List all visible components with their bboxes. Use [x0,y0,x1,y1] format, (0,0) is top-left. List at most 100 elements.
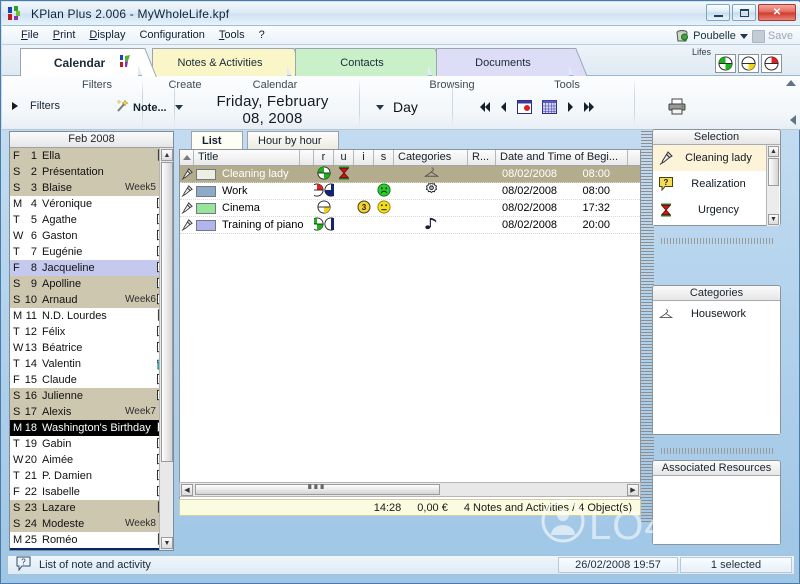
column-header-color[interactable] [300,150,314,165]
day-row[interactable]: S 3 Blaise Week5 [10,180,173,196]
today-icon[interactable] [517,100,532,117]
ribbon-scroll-up-icon[interactable] [786,80,796,86]
grid-horizontal-scrollbar[interactable]: ◀ ▘▘▘ ▶ [179,482,641,497]
tab-documents[interactable]: Documents [436,48,588,77]
list-item[interactable]: Cleaning lady [653,145,780,171]
list-item[interactable]: ? Realization [653,171,780,197]
day-row[interactable]: W 20 Aimée [10,452,173,468]
first-icon[interactable] [480,102,491,115]
column-header-s[interactable]: s [374,150,394,165]
table-row[interactable]: Work 08/02/2008 08:00 [180,182,640,200]
menu-file[interactable]: File [14,27,46,43]
categories-list[interactable]: Housework [653,301,780,434]
last-icon[interactable] [583,102,594,115]
column-header-sort[interactable] [180,150,194,165]
scroll-right-icon[interactable]: ▶ [627,484,639,496]
scroll-thumb[interactable] [768,158,779,186]
day-row[interactable]: S 23 Lazare [10,500,173,516]
row-flag-i[interactable] [354,166,374,183]
day-row[interactable]: W 6 Gaston [10,228,173,244]
day-row[interactable]: T 14 Valentin [10,356,173,372]
day-row[interactable]: S 9 Apolline [10,276,173,292]
menu-tools[interactable]: Tools [212,27,252,43]
trash-label[interactable]: Poubelle [693,30,736,42]
print-icon[interactable] [668,98,686,118]
row-flag-i[interactable] [354,183,374,200]
selection-scrollbar[interactable]: ▲ ▼ [766,145,779,226]
column-header-res[interactable]: R... [468,150,496,165]
chevron-down-icon[interactable] [739,33,748,39]
row-flag-i[interactable]: 3 [354,200,374,217]
row-pin-icon[interactable] [180,217,194,234]
day-list-scrollbar[interactable]: ▲ ▼ [159,148,173,550]
next-icon[interactable] [567,102,573,115]
day-row[interactable]: M 11 N.D. Lourdes [10,308,173,324]
menu-display[interactable]: Display [82,27,132,43]
day-row[interactable]: M 25 Roméo [10,532,173,548]
tab-calendar[interactable]: Calendar [20,48,157,77]
row-flag-r[interactable] [314,216,334,234]
table-row[interactable]: Cleaning lady 08/02/2008 08:00 [180,165,640,183]
row-flag-u[interactable] [334,217,354,234]
subtab-list[interactable]: List [191,131,243,150]
ribbon-scroll-left-icon[interactable] [790,115,796,125]
create-note-button[interactable]: Note... [116,99,183,116]
list-item[interactable]: ?Importance [653,223,780,225]
day-row[interactable]: T26Nestor [10,548,173,550]
row-flag-u[interactable] [334,200,354,217]
row-flag-r[interactable] [314,182,334,200]
view-mode-selector[interactable]: Day [376,99,418,115]
day-row[interactable]: F 1 Ella [10,148,173,164]
row-flag-s[interactable] [374,199,394,217]
row-pin-icon[interactable] [180,200,194,217]
day-row[interactable]: S 17 Alexis Week7 [10,404,173,420]
day-row[interactable]: F 22 Isabelle [10,484,173,500]
scroll-left-icon[interactable]: ◀ [181,484,193,496]
previous-icon[interactable] [501,102,507,115]
column-header-categories[interactable]: Categories [394,150,468,165]
day-row[interactable]: S 10 Arnaud Week6 [10,292,173,308]
day-row[interactable]: T 21 P. Damien [10,468,173,484]
menu-print[interactable]: Print [46,27,83,43]
resources-list[interactable] [653,476,780,544]
day-row[interactable]: W 13 Béatrice [10,340,173,356]
menu-configuration[interactable]: Configuration [132,27,211,43]
column-header-i[interactable]: i [354,150,374,165]
hscroll-thumb[interactable]: ▘▘▘ [195,484,440,495]
scroll-down-icon[interactable]: ▼ [161,537,173,549]
scroll-down-icon[interactable]: ▼ [768,214,779,225]
pie-yellow-icon[interactable] [738,54,759,73]
day-row[interactable]: S 2 Présentation [10,164,173,180]
filters-button[interactable]: Filters [12,100,60,112]
tab-contacts[interactable]: Contacts [295,48,447,77]
day-row[interactable]: S 16 Julienne [10,388,173,404]
row-pin-icon[interactable] [180,183,194,200]
scroll-up-icon[interactable]: ▲ [161,149,173,161]
day-row[interactable]: T 5 Agathe [10,212,173,228]
maximize-button[interactable] [732,4,756,21]
pie-red-icon[interactable] [761,54,782,73]
day-list[interactable]: F 1 Ella S 2 Présentation S 3 Blaise Week5 M 4 Véron… [10,148,173,550]
subtab-hour-by-hour[interactable]: Hour by hour [247,131,339,150]
day-row[interactable]: M 18 Washington's Birthday [10,420,173,436]
column-header-r[interactable]: r [314,150,334,165]
month-view-icon[interactable] [542,100,557,117]
day-row[interactable]: T 7 Eugénie [10,244,173,260]
table-row[interactable]: Cinema 3 08/02/2008 17:32 [180,199,640,217]
selection-list[interactable]: Cleaning lady? Realization Urgency ?Importa… [653,145,780,225]
scroll-up-icon[interactable]: ▲ [768,146,779,157]
close-button[interactable]: ✕ [758,4,796,21]
table-row[interactable]: Training of piano 08/02/2008 20:00 [180,216,640,234]
column-header-title[interactable]: Title [194,150,300,165]
grid-body[interactable]: Cleaning lady 08/02/2008 08:00 Work 08/02/20… [180,165,640,234]
day-row[interactable]: S 24 Modeste Week8 [10,516,173,532]
pie-green-icon[interactable] [715,54,736,73]
row-flag-s[interactable] [374,217,394,234]
tab-notes-activities[interactable]: Notes & Activities [152,48,306,77]
row-flag-u[interactable] [334,166,354,183]
day-row[interactable]: T 19 Gabin [10,436,173,452]
column-header-u[interactable]: u [334,150,354,165]
scroll-thumb[interactable] [161,162,173,462]
column-header-datetime[interactable]: Date and Time of Begi... [496,150,628,165]
row-pin-icon[interactable] [180,166,194,183]
